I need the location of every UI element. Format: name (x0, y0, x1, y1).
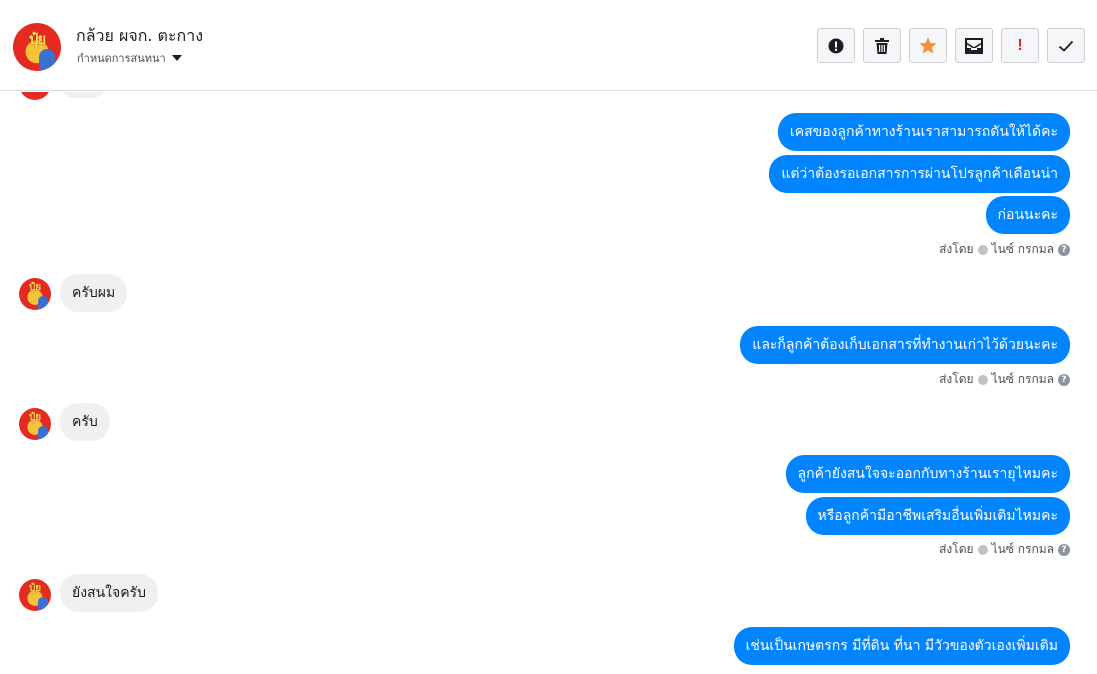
avatar-person-figure (38, 426, 48, 439)
sent-by-label: ส่งโดย (939, 372, 974, 386)
outgoing-message[interactable]: ก่อนนะคะ (985, 196, 1070, 234)
avatar: ปุ๋ย (19, 408, 51, 440)
avatar: ปุ๋ย (19, 579, 51, 611)
incoming-message[interactable]: ยังสนใจครับ (60, 574, 158, 612)
trash-icon (875, 37, 889, 54)
move-to-inbox-button[interactable] (955, 28, 993, 63)
incoming-message-partial (60, 92, 106, 98)
sent-by-status: ส่งโดย ไนซ์ กรกมล ? (939, 240, 1070, 259)
avatar-logo-text: ปุ๋ย (28, 583, 42, 594)
caret-down-icon (171, 55, 182, 61)
seen-check-icon (977, 374, 988, 385)
help-icon[interactable]: ? (1058, 543, 1070, 556)
sender-name: ไนซ์ กรกมล (991, 372, 1054, 386)
delete-button[interactable] (863, 28, 901, 63)
outgoing-message[interactable]: เช่นเป็นเกษตรกร มีที่ดิน ที่นา มีวัวของต… (733, 627, 1070, 665)
assign-conversation-label: กำหนดการสนทนา (77, 52, 166, 65)
outgoing-message[interactable]: หรือลูกค้ามีอาชีพเสริมอื่นเพิ่มเติมไหมคะ (805, 497, 1070, 535)
seen-check-icon (977, 544, 988, 555)
alert-circle-icon (828, 38, 844, 53)
sent-by-status: ส่งโดย ไนซ์ กรกมล ? (939, 370, 1070, 389)
avatar-person-figure (38, 597, 48, 610)
avatar-logo-text: ปุ๋ย (28, 30, 46, 48)
conversation-header: ปุ๋ย กล้วย ผจก. ตะกาง กำหนดการสนทนา ! (0, 0, 1097, 91)
sent-by-label: ส่งโดย (939, 242, 974, 256)
assign-conversation-dropdown[interactable]: กำหนดการสนทนา (77, 49, 182, 67)
outgoing-message[interactable]: และก็ลูกค้าต้องเก็บเอกสารที่ทำงานเก่าไว้… (740, 326, 1070, 364)
message-thread[interactable]: เคสของลูกค้าทางร้านเราสามารถดันให้ได้คะ … (0, 92, 1097, 674)
avatar: ปุ๋ย (19, 278, 51, 310)
star-button[interactable] (909, 28, 947, 63)
outgoing-message[interactable]: ลูกค้ายังสนใจจะออกกับทางร้านเรายุไหมคะ (785, 455, 1070, 493)
avatar-person-figure (39, 49, 55, 69)
help-icon[interactable]: ? (1058, 373, 1070, 386)
conversation-toolbar: ! (817, 28, 1085, 63)
outgoing-message[interactable]: เคสของลูกค้าทางร้านเราสามารถดันให้ได้คะ (777, 113, 1070, 151)
important-exclamation-icon: ! (1017, 36, 1023, 54)
avatar-person-figure (38, 296, 48, 309)
sender-name: ไนซ์ กรกมล (991, 542, 1054, 556)
mail-box-icon (965, 37, 983, 54)
check-icon (1058, 40, 1074, 52)
star-icon (919, 37, 937, 54)
avatar-logo-text: ปุ๋ย (28, 282, 42, 293)
avatar-logo-text: ปุ๋ย (28, 412, 42, 423)
sent-by-status: ส่งโดย ไนซ์ กรกมล ? (939, 540, 1070, 559)
mark-done-button[interactable] (1047, 28, 1085, 63)
seen-check-icon (977, 244, 988, 255)
help-icon[interactable]: ? (1058, 243, 1070, 256)
outgoing-message[interactable]: แต่ว่าต้องรอเอกสารการผ่านโปรลูกค้าเดือนน… (769, 155, 1070, 193)
contact-name[interactable]: กล้วย ผจก. ตะกาง (76, 24, 203, 49)
contact-avatar[interactable]: ปุ๋ย (13, 23, 61, 71)
mark-important-button[interactable]: ! (1001, 28, 1039, 63)
incoming-message[interactable]: ครับผม (60, 274, 128, 312)
incoming-message[interactable]: ครับ (60, 403, 110, 441)
report-button[interactable] (817, 28, 855, 63)
avatar (19, 92, 51, 100)
sent-by-label: ส่งโดย (939, 542, 974, 556)
sender-name: ไนซ์ กรกมล (991, 242, 1054, 256)
